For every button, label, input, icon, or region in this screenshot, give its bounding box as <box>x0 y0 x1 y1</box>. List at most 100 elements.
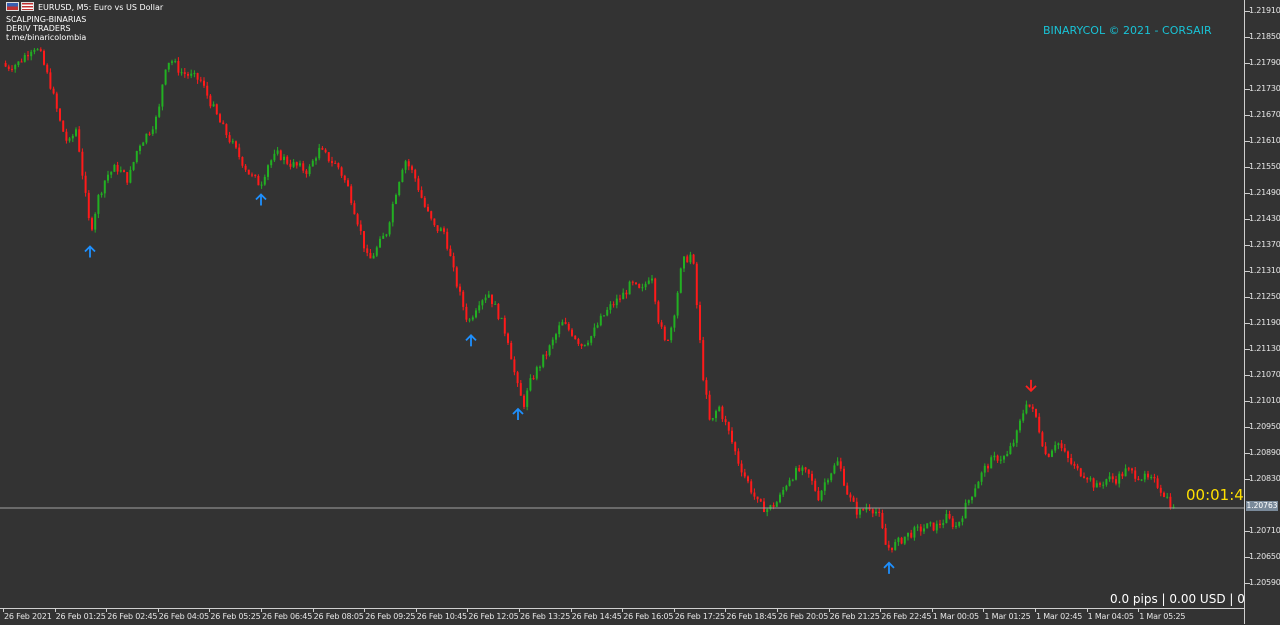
bear-candle <box>743 472 746 477</box>
bear-candle <box>279 150 282 161</box>
bear-candle <box>862 509 865 511</box>
bear-candle <box>843 468 845 486</box>
price-label: 1.21370 <box>1249 240 1280 249</box>
bear-candle <box>577 339 580 344</box>
bear-candle <box>721 406 724 420</box>
bear-candle <box>347 180 349 187</box>
bull-candle <box>1025 404 1028 414</box>
bear-candle <box>443 228 445 232</box>
bear-candle <box>91 218 93 230</box>
bear-candle <box>225 124 228 136</box>
bull-candle <box>929 522 932 524</box>
bear-candle <box>203 80 205 86</box>
bear-candle <box>871 509 874 514</box>
symbol-label: EURUSD, M5: Euro vs US Dollar <box>38 3 164 12</box>
bear-candle <box>657 301 660 323</box>
bear-candle <box>798 468 801 471</box>
indicator-line-2: DERIV TRADERS <box>6 24 71 33</box>
bear-candle <box>692 254 695 264</box>
bear-candle <box>737 451 740 464</box>
bear-candle <box>996 455 999 461</box>
bear-candle <box>702 340 705 381</box>
bull-candle <box>231 141 234 143</box>
bull-candle <box>913 527 916 538</box>
bear-candle <box>423 197 426 207</box>
bull-candle <box>683 256 685 269</box>
bear-candle <box>1086 477 1089 480</box>
bull-candle <box>155 116 157 130</box>
symbol-line: EURUSD, M5: Euro vs US Dollar <box>6 2 163 12</box>
bull-candle <box>478 305 481 311</box>
bull-candle <box>1019 420 1021 431</box>
bear-candle <box>503 317 506 334</box>
bull-candle <box>558 325 561 335</box>
bull-candle <box>379 238 381 248</box>
us-flag-icon <box>21 2 34 11</box>
time-axis[interactable]: 26 Feb 2021 26 Feb 01:25 26 Feb 02:45 26 Fe… <box>0 608 1244 625</box>
time-label: 26 Feb 02:45 <box>107 612 158 621</box>
chart-area[interactable]: EURUSD, M5: Euro vs US Dollar SCALPING-B… <box>0 0 1256 608</box>
bear-candle <box>340 167 343 176</box>
price-label: 1.21730 <box>1249 84 1280 93</box>
bull-candle <box>161 84 164 107</box>
bull-candle <box>68 138 71 141</box>
bull-candle <box>561 322 564 326</box>
bear-candle <box>4 63 7 67</box>
candlestick-plot <box>0 47 1244 574</box>
price-axis[interactable]: 1.21910 1.21850 1.21790 1.21730 1.21670 1.216… <box>1244 0 1280 624</box>
bear-candle <box>1038 416 1041 433</box>
bull-candle <box>1143 473 1146 480</box>
bear-candle <box>238 147 241 158</box>
bear-candle <box>491 294 493 304</box>
bull-candle <box>587 342 589 345</box>
bear-candle <box>363 231 365 249</box>
bear-candle <box>571 329 573 336</box>
bear-candle <box>302 163 305 171</box>
bear-candle <box>919 526 922 532</box>
bear-candle <box>39 49 42 51</box>
price-label: 1.20950 <box>1249 422 1280 431</box>
time-label: 26 Feb 06:45 <box>262 612 313 621</box>
bear-candle <box>116 164 119 172</box>
bull-candle <box>916 526 919 528</box>
bear-candle <box>724 419 727 423</box>
bear-candle <box>747 476 749 482</box>
bull-candle <box>276 150 279 154</box>
bear-candle <box>55 93 58 109</box>
bear-candle <box>1067 451 1069 458</box>
bear-candle <box>84 175 87 193</box>
bull-candle <box>487 294 490 298</box>
time-label: 1 Mar 01:25 <box>984 612 1031 621</box>
bull-candle <box>1166 496 1169 498</box>
bear-candle <box>251 174 253 176</box>
bear-candle <box>663 326 666 340</box>
bull-candle <box>270 160 273 166</box>
bear-candle <box>807 469 810 474</box>
bull-candle <box>955 525 957 527</box>
bull-candle <box>942 523 945 525</box>
bull-candle <box>23 55 26 62</box>
bull-candle <box>785 485 788 490</box>
bear-candle <box>1028 404 1031 407</box>
bull-candle <box>718 406 721 412</box>
bull-candle <box>974 488 977 497</box>
bear-candle <box>209 95 212 107</box>
bear-candle <box>327 152 330 162</box>
bull-candle <box>782 489 785 495</box>
bull-candle <box>439 228 442 232</box>
bear-candle <box>196 73 199 80</box>
bull-candle <box>308 166 311 175</box>
bear-candle <box>638 283 641 288</box>
bull-candle <box>372 255 375 259</box>
bull-candle <box>1102 484 1105 486</box>
bear-candle <box>510 342 513 360</box>
bull-candle <box>132 162 135 170</box>
price-label: 1.21010 <box>1249 396 1280 405</box>
bull-candle <box>1012 442 1015 447</box>
bull-candle <box>145 133 148 143</box>
bear-candle <box>52 88 55 94</box>
bear-candle <box>1127 468 1130 470</box>
bull-candle <box>775 502 778 507</box>
bull-candle <box>647 280 650 284</box>
chart-header: EURUSD, M5: Euro vs US Dollar SCALPING-B… <box>6 2 163 42</box>
